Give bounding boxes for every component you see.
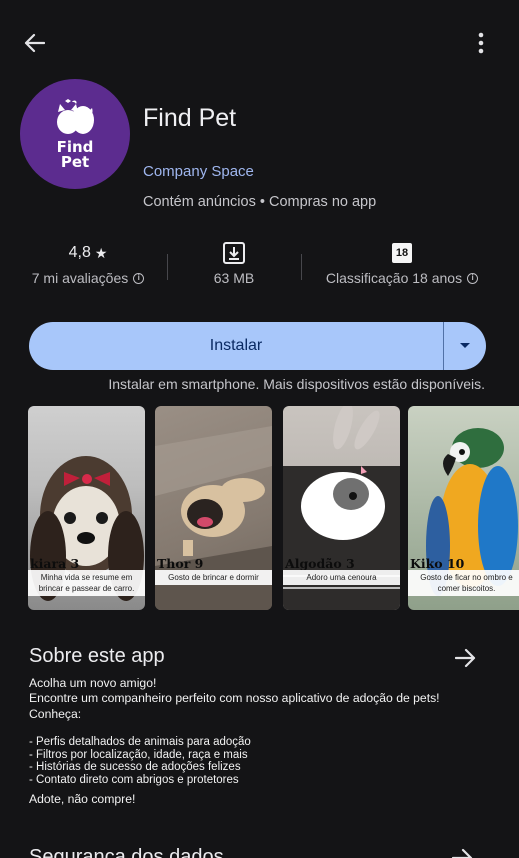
feature-item: - Contato direto com abrigos e protetore… xyxy=(29,773,239,786)
back-arrow-icon[interactable] xyxy=(18,28,50,58)
install-separator xyxy=(443,322,444,370)
app-icon-text-line2: Pet xyxy=(60,153,90,171)
stats-row: 4,8 ★ 7 mi avaliações i 63 MB 18 Classif… xyxy=(0,240,519,296)
install-button[interactable]: Instalar xyxy=(29,322,443,370)
arrow-right-icon[interactable] xyxy=(451,848,480,858)
app-title: Find Pet xyxy=(143,104,237,132)
arrow-right-icon[interactable] xyxy=(452,645,480,671)
stats-divider xyxy=(167,254,168,280)
about-line: Acolha um novo amigo! xyxy=(29,676,157,690)
about-line: Conheça: xyxy=(29,707,82,721)
screenshot-pet-name: Algodão 3 xyxy=(285,556,355,571)
feature-item: - Perfis detalhados de animais para adoç… xyxy=(29,736,251,748)
rating-value: 4,8 xyxy=(68,244,91,261)
screenshot-carousel[interactable]: kiara 3 Minha vida se resume em brincar … xyxy=(0,406,519,612)
stats-divider xyxy=(301,254,302,280)
screenshot-kiara[interactable]: kiara 3 Minha vida se resume em brincar … xyxy=(28,406,145,610)
screenshot-thor[interactable]: Thor 9 Gosto de brincar e dormir xyxy=(155,406,272,610)
screenshot-caption: Gosto de ficar no ombro e comer biscoito… xyxy=(408,570,519,596)
about-description: Acolha um novo amigo! Encontre um compan… xyxy=(29,676,499,807)
developer-link[interactable]: Company Space xyxy=(143,163,254,180)
about-line: Encontre um companheiro perfeito com nos… xyxy=(29,691,440,705)
about-closing: Adote, não compre! xyxy=(29,792,136,806)
size-stat: 63 MB xyxy=(176,240,292,286)
top-app-bar xyxy=(0,0,519,84)
screenshot-pet-name: Kiko 10 xyxy=(410,556,465,571)
screenshot-caption: Adoro uma cenoura xyxy=(283,570,400,585)
info-icon: i xyxy=(133,272,145,284)
age-label: Classificação 18 anos xyxy=(325,270,463,286)
screenshot-caption: Gosto de brincar e dormir xyxy=(155,570,272,585)
feature-item: - Filtros por localização, idade, raça e… xyxy=(29,748,248,761)
size-value: 63 MB xyxy=(213,270,255,286)
rating-stat[interactable]: 4,8 ★ 7 mi avaliações i xyxy=(18,240,158,286)
app-icon: Find Pet xyxy=(20,79,130,189)
screenshot-caption: Minha vida se resume em brincar e passea… xyxy=(28,570,145,596)
devices-note: Instalar em smartphone. Mais dispositivo… xyxy=(108,376,485,392)
screenshot-kiko[interactable]: Kiko 10 Gosto de ficar no ombro e comer … xyxy=(408,406,519,610)
data-safety-title[interactable]: Segurança dos dados xyxy=(29,846,224,858)
install-dropdown-button[interactable] xyxy=(444,322,486,370)
rating-label: 7 mi avaliações xyxy=(31,270,129,286)
chevron-down-icon xyxy=(460,343,470,348)
info-icon: i xyxy=(467,272,479,284)
screenshot-pet-name: kiara 3 xyxy=(30,556,80,571)
age-rating-stat[interactable]: 18 Classificação 18 anos i xyxy=(312,240,492,286)
about-section-title[interactable]: Sobre este app xyxy=(29,645,165,668)
more-options-icon[interactable] xyxy=(466,28,496,58)
star-icon: ★ xyxy=(94,244,108,261)
age-badge: 18 xyxy=(392,243,412,263)
install-button-group: Instalar xyxy=(29,322,486,370)
screenshot-pet-name: Thor 9 xyxy=(157,556,204,571)
app-meta: Contém anúncios • Compras no app xyxy=(143,194,377,210)
feature-item: - Histórias de sucesso de adoções felize… xyxy=(29,761,241,773)
pets-logo-icon xyxy=(57,99,94,134)
download-icon xyxy=(223,242,245,264)
screenshot-algodao[interactable]: Algodão 3 Adoro uma cenoura xyxy=(283,406,400,610)
